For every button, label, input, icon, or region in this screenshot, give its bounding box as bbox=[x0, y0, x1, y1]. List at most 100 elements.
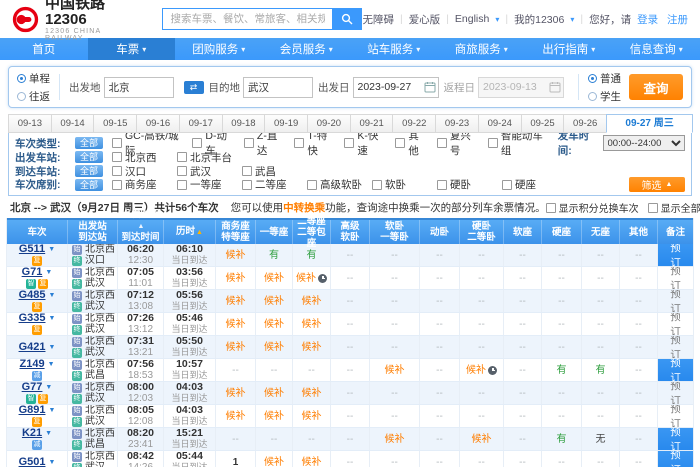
col-header-3[interactable]: 出发时间▲到达时间▼ bbox=[117, 220, 163, 244]
date-tab-09-21[interactable]: 09-21 bbox=[350, 114, 394, 133]
seat-status[interactable]: 候补 bbox=[302, 388, 322, 399]
filter-option-软卧[interactable]: 软卧 bbox=[372, 177, 427, 192]
expand-caret-icon[interactable]: ▼ bbox=[48, 359, 55, 370]
filter-option-武昌[interactable]: 武昌 bbox=[242, 164, 297, 179]
date-tab-09-13[interactable]: 09-13 bbox=[8, 114, 52, 133]
book-button[interactable]: 预订 bbox=[658, 382, 693, 404]
query-button[interactable]: 查询 bbox=[629, 74, 683, 100]
date-tab-09-20[interactable]: 09-20 bbox=[307, 114, 351, 133]
seat-status[interactable]: 候补 bbox=[226, 296, 246, 307]
date-tab-09-25[interactable]: 09-25 bbox=[521, 114, 565, 133]
train-link[interactable]: G71 bbox=[22, 267, 43, 278]
date-tab-09-26[interactable]: 09-26 bbox=[563, 114, 607, 133]
filter-option-北京丰台[interactable]: 北京丰台 bbox=[177, 150, 232, 165]
date-tab-09-24[interactable]: 09-24 bbox=[478, 114, 522, 133]
expand-caret-icon[interactable]: ▼ bbox=[48, 313, 55, 324]
filter-option-二等座[interactable]: 二等座 bbox=[242, 177, 297, 192]
seat-status[interactable]: 候补 bbox=[302, 319, 322, 330]
date-tab-09-17[interactable]: 09-17 bbox=[179, 114, 223, 133]
seat-status[interactable]: 候补 bbox=[264, 296, 284, 307]
transfer-link[interactable]: 中转换乘 bbox=[283, 202, 325, 214]
book-button[interactable]: 预订 bbox=[658, 359, 693, 381]
show-points-trains-checkbox[interactable]: 显示积分兑换车次 bbox=[546, 200, 639, 215]
nav-item-tickets[interactable]: 车票▾ bbox=[88, 38, 176, 60]
book-button[interactable]: 预订 bbox=[658, 336, 693, 358]
book-button[interactable]: 预订 bbox=[658, 405, 693, 427]
site-logo[interactable]: 中国铁路12306 12306 CHINA RAILWAY bbox=[12, 0, 128, 42]
seat-status[interactable]: 候补 bbox=[226, 342, 246, 353]
search-input[interactable] bbox=[162, 8, 332, 30]
filter-option-高级软卧[interactable]: 高级软卧 bbox=[307, 177, 362, 192]
expand-caret-icon[interactable]: ▼ bbox=[45, 267, 52, 278]
book-button[interactable]: 预订 bbox=[658, 244, 693, 266]
book-button[interactable]: 预订 bbox=[658, 267, 693, 289]
train-link[interactable]: G77 bbox=[22, 382, 43, 393]
top-link-1[interactable]: 无障碍 bbox=[362, 12, 394, 27]
train-link[interactable]: G421 bbox=[19, 342, 46, 353]
seat-status[interactable]: 候补 bbox=[226, 388, 246, 399]
date-tab-09-19[interactable]: 09-19 bbox=[264, 114, 308, 133]
seat-status[interactable]: 候补 bbox=[385, 434, 405, 445]
seat-status[interactable]: 候补 bbox=[264, 342, 284, 353]
normal-passenger-radio[interactable]: 普通 bbox=[588, 71, 621, 86]
expand-caret-icon[interactable]: ▼ bbox=[48, 342, 55, 353]
nav-item-travel-guide[interactable]: 出行指南▾ bbox=[525, 38, 613, 60]
seat-status[interactable]: 候补 bbox=[226, 319, 246, 330]
train-link[interactable]: K21 bbox=[22, 428, 42, 439]
seat-status[interactable]: 候补 bbox=[226, 273, 246, 284]
train-link[interactable]: G335 bbox=[19, 313, 46, 324]
date-tab-09-18[interactable]: 09-18 bbox=[222, 114, 266, 133]
select-all-button[interactable]: 全部 bbox=[75, 137, 103, 149]
seat-status[interactable]: 候补 bbox=[264, 388, 284, 399]
seat-status[interactable]: 候补 bbox=[302, 411, 322, 422]
top-link-4[interactable]: 我的12306 bbox=[514, 12, 564, 27]
login-link[interactable]: 登录 bbox=[637, 12, 658, 27]
book-button[interactable]: 预订 bbox=[658, 313, 693, 335]
sort-arrow-icon[interactable]: ▲ bbox=[138, 223, 145, 230]
expand-caret-icon[interactable]: ▼ bbox=[48, 244, 55, 255]
train-link[interactable]: G891 bbox=[19, 405, 46, 416]
book-button[interactable]: 预订 bbox=[658, 428, 693, 450]
seat-status[interactable]: 候补 bbox=[296, 273, 316, 284]
date-tab-09-23[interactable]: 09-23 bbox=[435, 114, 479, 133]
student-passenger-radio[interactable]: 学生 bbox=[588, 89, 621, 104]
nav-item-member-service[interactable]: 会员服务▾ bbox=[263, 38, 351, 60]
filter-option-武汉[interactable]: 武汉 bbox=[177, 164, 232, 179]
seat-status[interactable]: 候补 bbox=[226, 411, 246, 422]
show-all-bookable-checkbox[interactable]: 显示全部可预订车次 bbox=[648, 200, 700, 215]
filter-option-商务座[interactable]: 商务座 bbox=[112, 177, 167, 192]
depart-time-select[interactable]: 00:00--24:00 bbox=[603, 135, 686, 151]
book-button[interactable]: 预订 bbox=[658, 451, 693, 467]
expand-caret-icon[interactable]: ▼ bbox=[48, 405, 55, 416]
calendar-icon[interactable] bbox=[424, 81, 436, 93]
train-link[interactable]: G485 bbox=[19, 290, 46, 301]
filter-option-硬座[interactable]: 硬座 bbox=[502, 177, 557, 192]
col-header-4[interactable]: 历时▲ bbox=[163, 220, 215, 244]
search-button[interactable] bbox=[332, 8, 362, 30]
filter-option-一等座[interactable]: 一等座 bbox=[177, 177, 232, 192]
date-tab-09-16[interactable]: 09-16 bbox=[136, 114, 180, 133]
register-link[interactable]: 注册 bbox=[664, 12, 688, 27]
nav-item-group-service[interactable]: 团购服务▾ bbox=[175, 38, 263, 60]
nav-item-info-query[interactable]: 信息查询▾ bbox=[613, 38, 700, 60]
top-link-2[interactable]: 爱心版 bbox=[409, 12, 441, 27]
seat-status[interactable]: 候补 bbox=[385, 365, 405, 376]
seat-status[interactable]: 候补 bbox=[226, 250, 246, 261]
seat-status[interactable]: 候补 bbox=[264, 411, 284, 422]
filter-option-北京西[interactable]: 北京西 bbox=[112, 150, 167, 165]
train-link[interactable]: Z149 bbox=[19, 359, 44, 370]
top-link-3[interactable]: English bbox=[455, 13, 489, 25]
one-way-radio[interactable]: 单程 bbox=[17, 71, 50, 86]
select-all-button[interactable]: 全部 bbox=[75, 179, 103, 191]
seat-status[interactable]: 候补 bbox=[302, 457, 322, 467]
filter-option-硬卧[interactable]: 硬卧 bbox=[437, 177, 492, 192]
expand-caret-icon[interactable]: ▼ bbox=[48, 290, 55, 301]
train-link[interactable]: G511 bbox=[19, 244, 45, 255]
expand-caret-icon[interactable]: ▼ bbox=[48, 457, 55, 467]
seat-status[interactable]: 候补 bbox=[264, 319, 284, 330]
seat-status[interactable]: 候补 bbox=[302, 342, 322, 353]
seat-status[interactable]: 候补 bbox=[472, 434, 492, 445]
seat-status[interactable]: 候补 bbox=[466, 365, 486, 376]
select-all-button[interactable]: 全部 bbox=[75, 165, 103, 177]
seat-status[interactable]: 候补 bbox=[264, 457, 284, 467]
